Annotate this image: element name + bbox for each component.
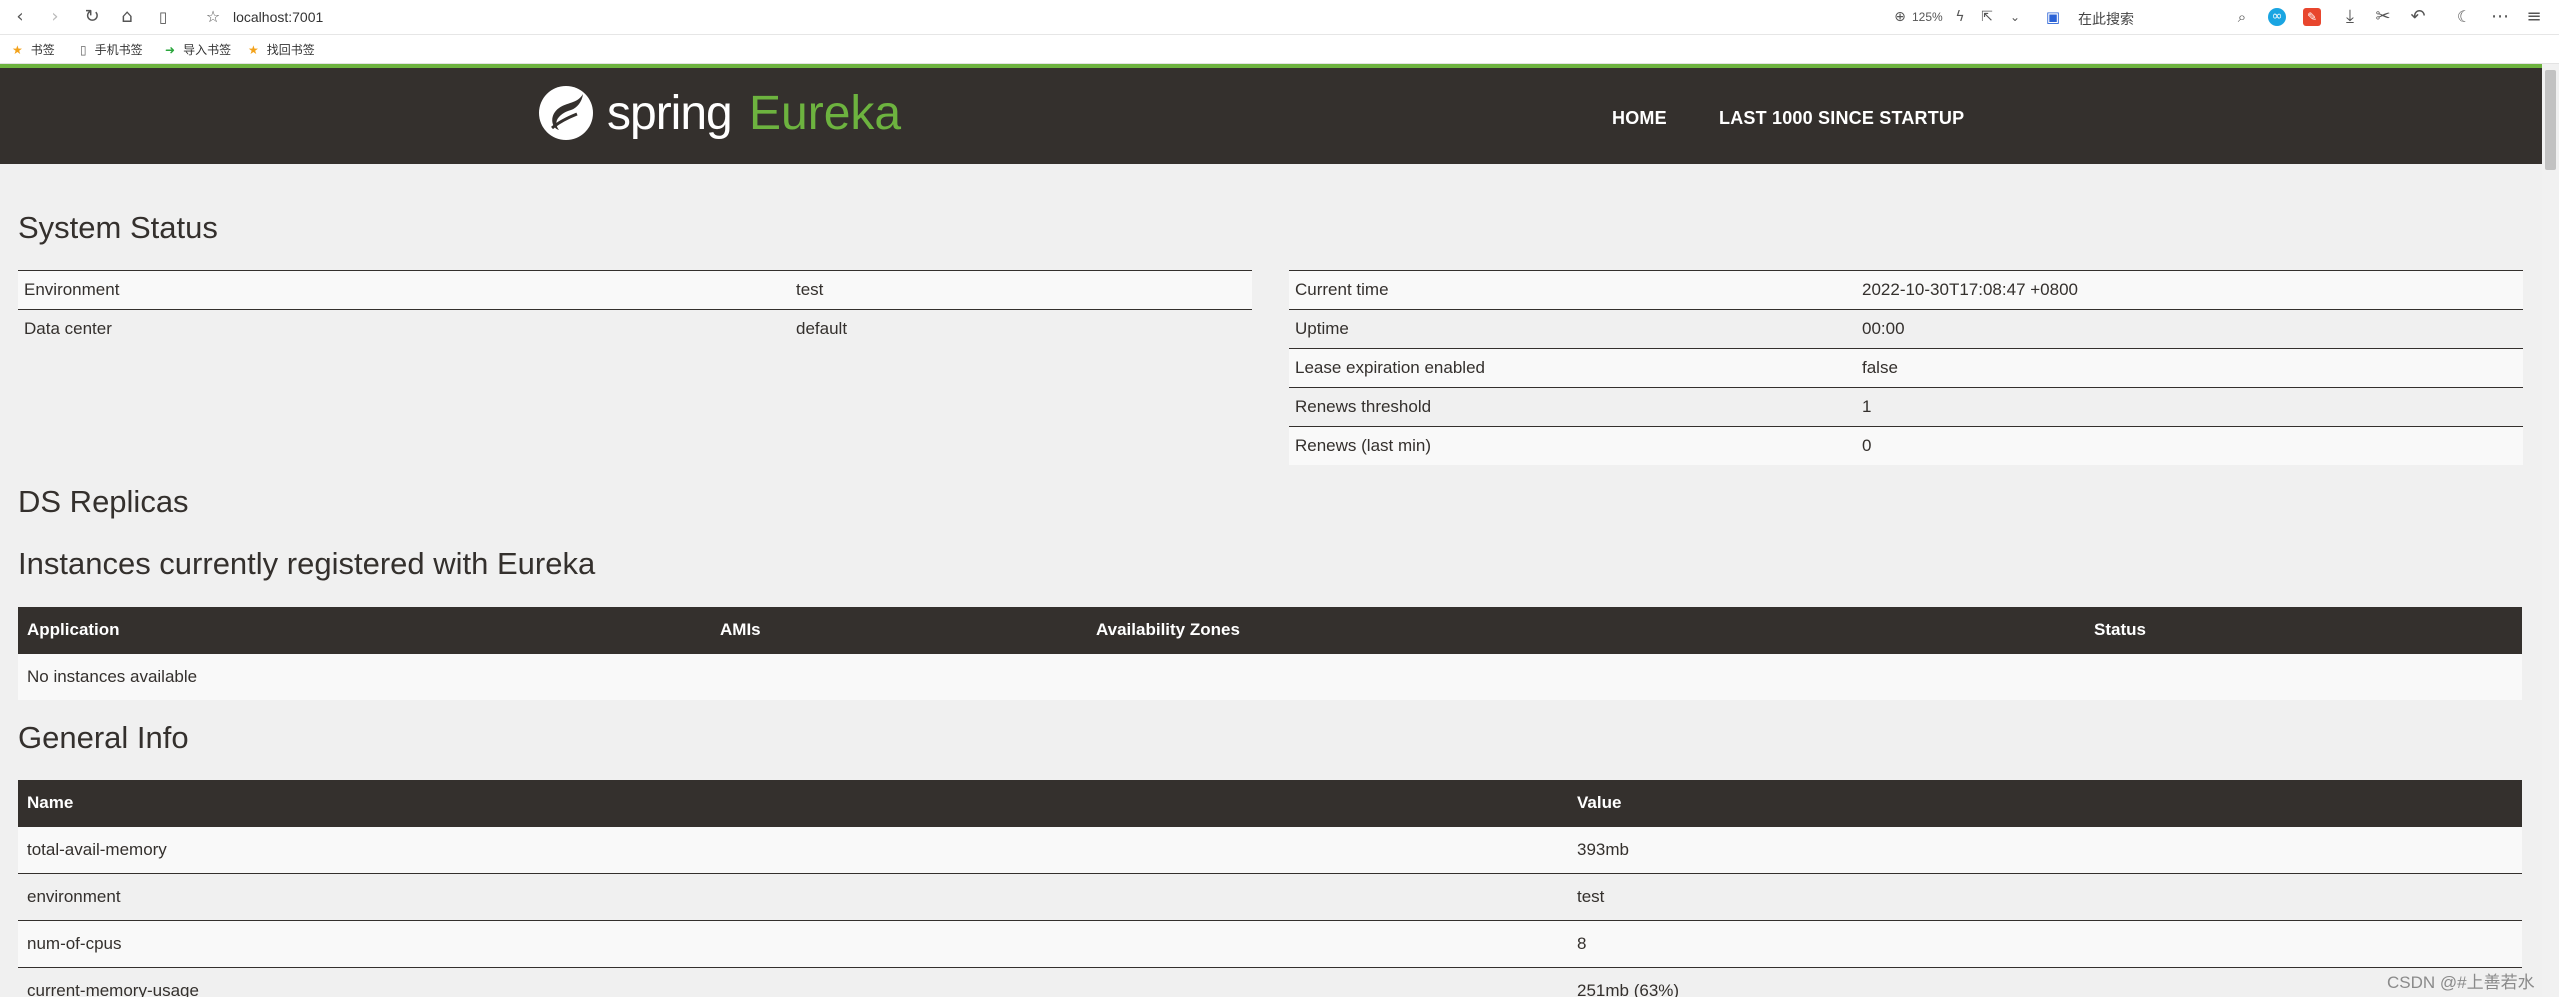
table-header-row: Application AMIs Availability Zones Stat…	[18, 607, 2522, 654]
chevron-down-icon[interactable]: ⌄	[2005, 7, 2025, 27]
watermark: CSDN @#上善若水	[2387, 973, 2535, 992]
column-header-application: Application	[18, 607, 711, 654]
bookmark-item[interactable]: ★ 书签	[12, 41, 55, 58]
bookmarks-bar: ★ 书签 ▯ 手机书签 ➜ 导入书签 ★ 找回书签	[0, 35, 2559, 64]
table-row: Current time 2022-10-30T17:08:47 +0800	[1289, 270, 2523, 310]
column-header-amis: AMIs	[711, 607, 1087, 654]
info-value: test	[1568, 873, 2522, 921]
back-icon[interactable]: ‹	[10, 7, 30, 27]
search-icon[interactable]: ⌕	[2232, 7, 2252, 27]
info-value: 251mb (63%)	[1568, 967, 2522, 997]
column-header-name: Name	[18, 780, 1568, 827]
status-value: 2022-10-30T17:08:47 +0800	[1856, 270, 2523, 310]
info-name: current-memory-usage	[18, 967, 1568, 997]
zoom-icon[interactable]: ⊕	[1890, 7, 1910, 27]
bookmark-item[interactable]: ➜ 导入书签	[165, 41, 231, 58]
table-row: Uptime 00:00	[1289, 309, 2523, 349]
star-icon[interactable]: ☆	[203, 7, 223, 27]
system-status-right-table: Current time 2022-10-30T17:08:47 +0800 U…	[1289, 270, 2523, 465]
forward-icon[interactable]: ›	[45, 7, 65, 27]
status-value: default	[790, 309, 1252, 348]
empty-message: No instances available	[18, 653, 2522, 700]
column-header-status: Status	[2085, 607, 2522, 654]
table-row: num-of-cpus 8	[18, 920, 2522, 968]
system-status-left-table: Environment test Data center default	[18, 270, 1252, 348]
status-value: false	[1856, 348, 2523, 388]
nav-last-1000[interactable]: LAST 1000 SINCE STARTUP	[1719, 108, 1964, 129]
info-name: environment	[18, 873, 1568, 921]
extension-infinity-icon[interactable]: ∞	[2268, 8, 2286, 26]
column-header-availability-zones: Availability Zones	[1087, 607, 2085, 654]
search-input[interactable]: 在此搜索	[2078, 9, 2134, 29]
reading-mode-icon[interactable]: ▯	[153, 7, 173, 27]
nav-home[interactable]: HOME	[1612, 108, 1667, 129]
info-value: 8	[1568, 920, 2522, 968]
extension-red-icon[interactable]: ✎	[2303, 8, 2321, 26]
instances-table: Application AMIs Availability Zones Stat…	[18, 607, 2522, 700]
status-label: Renews (last min)	[1289, 426, 1856, 465]
table-header-row: Name Value	[18, 780, 2522, 827]
logo-text-spring: spring	[607, 87, 733, 140]
more-icon[interactable]: ⋯	[2490, 7, 2510, 27]
download-icon[interactable]: ⤓	[2340, 7, 2360, 27]
browser-toolbar: ‹ › ↻ ⌂ ▯ ☆ localhost:7001 ⊕ 125% ϟ ⇱ ⌄ …	[0, 0, 2559, 35]
table-row: No instances available	[18, 653, 2522, 700]
system-status-title: System Status	[18, 210, 218, 245]
logo-text-eureka: Eureka	[749, 87, 902, 140]
star-icon: ★	[248, 43, 259, 57]
status-value: 1	[1856, 387, 2523, 427]
table-row: Data center default	[18, 309, 1252, 348]
column-header-value: Value	[1568, 780, 2522, 827]
status-value: test	[790, 270, 1252, 310]
undo-icon[interactable]: ↶	[2408, 7, 2428, 27]
status-label: Current time	[1289, 270, 1856, 310]
status-value: 00:00	[1856, 309, 2523, 349]
night-mode-icon[interactable]: ☾	[2454, 7, 2474, 27]
table-row: Environment test	[18, 270, 1252, 310]
bookmark-item[interactable]: ★ 找回书签	[248, 41, 315, 58]
zoom-level[interactable]: 125%	[1912, 10, 1943, 24]
table-row: Renews threshold 1	[1289, 387, 2523, 427]
info-name: num-of-cpus	[18, 920, 1568, 968]
menu-icon[interactable]: ≡	[2524, 7, 2544, 27]
ds-replicas-title: DS Replicas	[18, 484, 189, 519]
status-label: Environment	[18, 270, 790, 310]
status-label: Uptime	[1289, 309, 1856, 349]
star-icon: ★	[12, 43, 23, 57]
table-row: environment test	[18, 873, 2522, 921]
general-info-title: General Info	[18, 720, 189, 755]
address-bar[interactable]: localhost:7001	[233, 9, 323, 25]
import-icon: ➜	[165, 43, 176, 57]
table-row: current-memory-usage 251mb (63%)	[18, 967, 2522, 997]
reload-icon[interactable]: ↻	[82, 7, 102, 27]
info-name: total-avail-memory	[18, 826, 1568, 874]
info-value: 393mb	[1568, 826, 2522, 874]
search-engine-icon[interactable]: ▣	[2043, 7, 2063, 27]
navbar: spring Eureka HOME LAST 1000 SINCE START…	[0, 64, 2542, 164]
status-value: 0	[1856, 426, 2523, 465]
scissors-icon[interactable]: ✂	[2373, 7, 2393, 27]
phone-icon: ▯	[80, 43, 87, 57]
lightning-icon[interactable]: ϟ	[1950, 7, 1970, 27]
eureka-page: spring Eureka HOME LAST 1000 SINCE START…	[0, 64, 2542, 997]
status-label: Data center	[18, 309, 790, 348]
table-row: Lease expiration enabled false	[1289, 348, 2523, 388]
scrollbar-thumb[interactable]	[2545, 70, 2556, 170]
bookmark-item[interactable]: ▯ 手机书签	[80, 41, 143, 58]
status-label: Lease expiration enabled	[1289, 348, 1856, 388]
table-row: total-avail-memory 393mb	[18, 826, 2522, 874]
table-row: Renews (last min) 0	[1289, 426, 2523, 465]
share-icon[interactable]: ⇱	[1977, 7, 1997, 27]
spring-leaf-icon	[539, 86, 593, 140]
home-icon[interactable]: ⌂	[117, 7, 137, 27]
instances-title: Instances currently registered with Eure…	[18, 546, 596, 581]
status-label: Renews threshold	[1289, 387, 1856, 427]
vertical-scrollbar[interactable]	[2542, 64, 2559, 997]
general-info-table: Name Value total-avail-memory 393mb envi…	[18, 780, 2522, 997]
